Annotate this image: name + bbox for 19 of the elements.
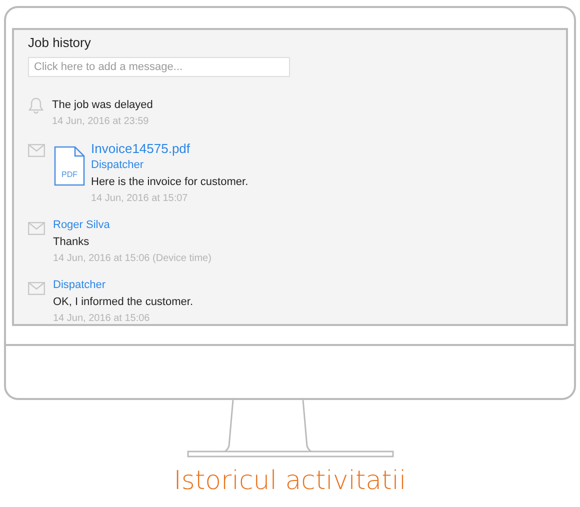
event-text: The job was delayed <box>52 98 153 113</box>
message-text: Here is the invoice for customer. <box>91 175 248 190</box>
message-time: 14 Jun, 2016 at 15:06 <box>53 312 151 324</box>
envelope-icon <box>28 144 45 157</box>
bell-icon <box>28 97 44 114</box>
sender-link[interactable]: Dispatcher <box>91 157 248 174</box>
sender-link[interactable]: Roger Silva <box>53 217 212 234</box>
message-time: 14 Jun, 2016 at 15:07 <box>91 192 189 206</box>
file-link[interactable]: Invoice14575.pdf <box>91 140 248 157</box>
message-text: OK, I informed the customer. <box>53 295 194 310</box>
sender-link[interactable]: Dispatcher <box>53 277 194 294</box>
caption: Istoricul activitatii <box>174 466 406 496</box>
envelope-icon <box>28 222 45 235</box>
panel-title: Job history <box>28 35 92 50</box>
message-time: 14 Jun, 2016 at 15:06 (Device time) <box>53 252 212 266</box>
envelope-icon <box>28 282 45 295</box>
message-field[interactable]: Click here to add a message... <box>28 57 290 77</box>
event-time: 14 Jun, 2016 at 23:59 <box>52 115 150 129</box>
message-text: Thanks <box>53 235 90 250</box>
